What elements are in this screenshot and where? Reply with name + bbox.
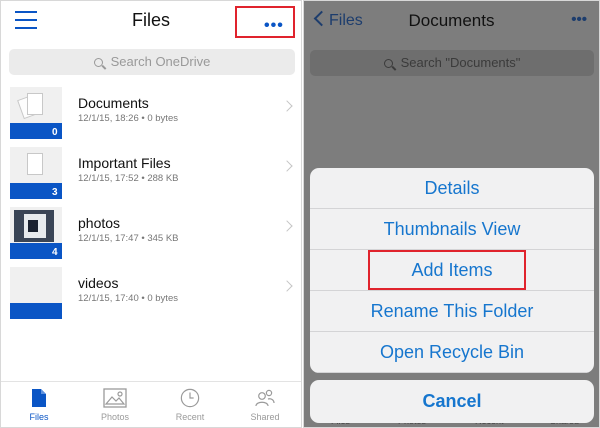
chevron-right-icon (281, 100, 293, 112)
chevron-right-icon (281, 220, 293, 232)
file-list: 0 Documents 12/1/15, 18:26 • 0 bytes 3 I… (1, 85, 301, 325)
item-count: 3 (52, 187, 58, 198)
folder-thumbnail: 4 (10, 207, 62, 259)
file-name: Documents (78, 95, 149, 111)
chevron-right-icon (281, 160, 293, 172)
file-meta: 12/1/15, 17:52 • 288 KB (78, 173, 179, 184)
file-meta: 12/1/15, 18:26 • 0 bytes (78, 113, 178, 124)
file-meta: 12/1/15, 17:47 • 345 KB (78, 233, 179, 244)
folder-thumbnail: 0 (10, 87, 62, 139)
search-placeholder: Search OneDrive (110, 54, 211, 69)
search-input[interactable]: Search "Documents" (310, 50, 594, 76)
details-button[interactable]: Details (310, 168, 594, 209)
file-name: Important Files (78, 155, 171, 171)
clock-icon (180, 388, 200, 408)
tab-shared[interactable]: Shared (235, 388, 295, 422)
add-items-button[interactable]: Add Items (310, 250, 594, 291)
search-placeholder: Search "Documents" (400, 55, 521, 70)
file-row-documents[interactable]: 0 Documents 12/1/15, 18:26 • 0 bytes (1, 85, 301, 145)
folder-thumbnail (10, 267, 62, 319)
cancel-button[interactable]: Cancel (310, 380, 594, 423)
item-count: 4 (52, 247, 58, 258)
files-header: Files ••• (1, 1, 301, 41)
image-icon (103, 388, 127, 408)
document-icon (27, 93, 43, 115)
more-button[interactable]: ••• (235, 6, 295, 38)
file-row-videos[interactable]: videos 12/1/15, 17:40 • 0 bytes (1, 265, 301, 325)
folder-thumbnail: 3 (10, 147, 62, 199)
file-row-important-files[interactable]: 3 Important Files 12/1/15, 17:52 • 288 K… (1, 145, 301, 205)
search-icon (93, 58, 103, 67)
files-screen: Files ••• Search OneDrive 0 Documents 12… (0, 0, 302, 428)
file-name: videos (78, 275, 119, 291)
people-icon (255, 389, 275, 407)
open-recycle-bin-button[interactable]: Open Recycle Bin (310, 332, 594, 373)
photo-thumbnail-icon (14, 210, 54, 242)
file-icon (32, 389, 46, 407)
tab-recent[interactable]: Recent (160, 388, 220, 422)
tab-label: Files (29, 412, 49, 422)
file-row-photos[interactable]: 4 photos 12/1/15, 17:47 • 345 KB (1, 205, 301, 265)
file-name: photos (78, 215, 121, 231)
file-icon (27, 153, 43, 175)
action-sheet: Details Thumbnails View Add Items Rename… (310, 168, 594, 373)
tab-label: Recent (175, 412, 205, 422)
file-meta: 12/1/15, 17:40 • 0 bytes (78, 293, 178, 304)
page-title: Documents (408, 11, 495, 30)
tab-label: Photos (100, 412, 130, 422)
thumbnails-view-button[interactable]: Thumbnails View (310, 209, 594, 250)
documents-header: Files Documents ••• (304, 1, 599, 43)
item-count: 0 (52, 127, 58, 138)
rename-folder-button[interactable]: Rename This Folder (310, 291, 594, 332)
tab-label: Shared (250, 412, 280, 422)
documents-screen: Files Documents ••• Search "Documents" F… (303, 0, 600, 428)
search-input[interactable]: Search OneDrive (9, 49, 295, 75)
chevron-right-icon (281, 280, 293, 292)
tab-bar: Files Photos Recent Shared (1, 381, 301, 427)
more-button[interactable]: ••• (571, 11, 587, 28)
ellipsis-icon: ••• (264, 17, 284, 34)
tab-photos[interactable]: Photos (85, 388, 145, 422)
folder-band (10, 303, 62, 319)
search-icon (383, 59, 393, 68)
tab-files[interactable]: Files (9, 388, 69, 422)
